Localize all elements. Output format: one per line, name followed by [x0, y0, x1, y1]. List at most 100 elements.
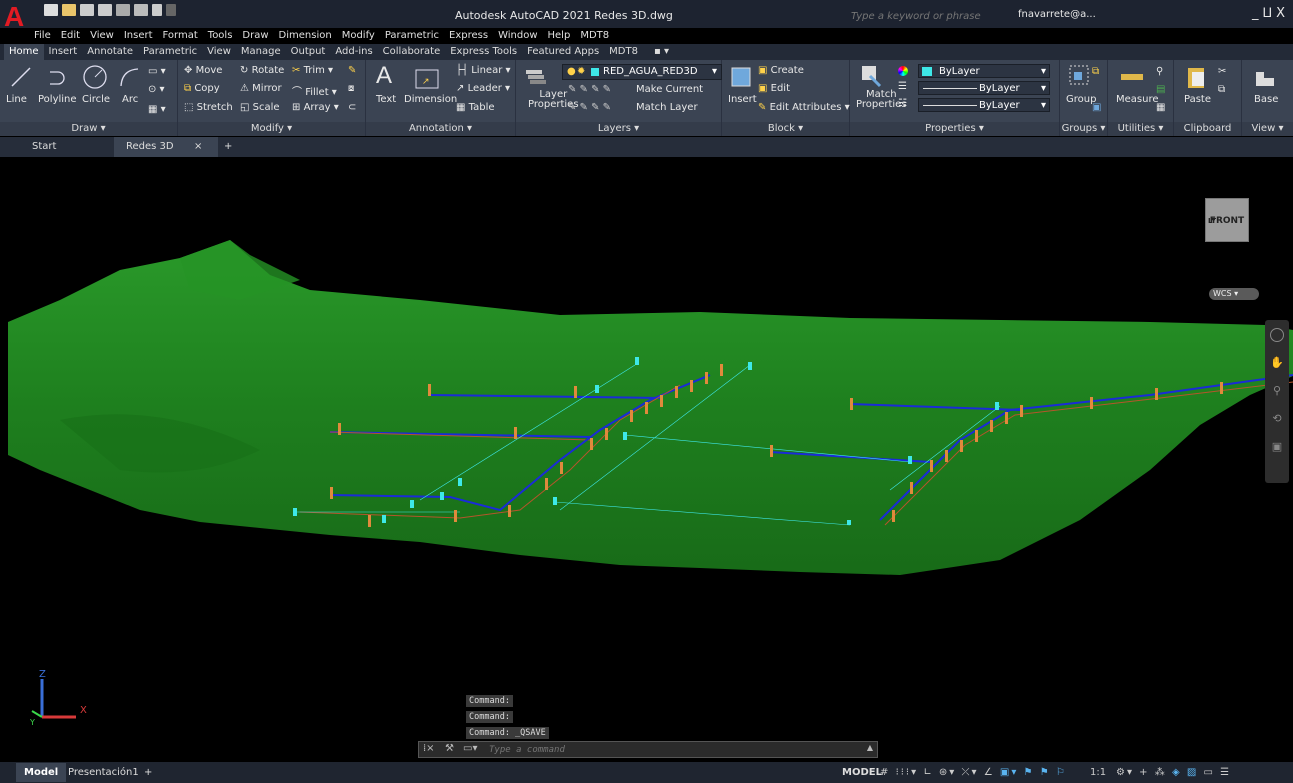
utilities-panel-title[interactable]: Utilities ▾ [1108, 122, 1173, 136]
trim-button[interactable]: ✂ Trim ▾ [292, 65, 333, 76]
rectangle-icon[interactable]: ▭ ▾ [148, 66, 166, 77]
save-icon[interactable] [80, 4, 94, 16]
orbit-icon[interactable]: ⟲ [1270, 412, 1284, 426]
undo-icon[interactable] [152, 4, 162, 16]
pan-icon[interactable]: ✋ [1270, 356, 1284, 370]
cut-icon[interactable]: ✂ [1218, 66, 1226, 77]
menu-insert[interactable]: Insert [124, 30, 153, 43]
copy-button[interactable]: ⧉ Copy [184, 83, 220, 94]
annotation-scale-icon[interactable]: ⚐ [1056, 767, 1067, 778]
menu-mdt8[interactable]: MDT8 [580, 30, 609, 43]
line-button[interactable]: Line [6, 94, 27, 105]
scale-button[interactable]: ◱ Scale [240, 102, 280, 113]
text-button[interactable]: Text [376, 94, 396, 105]
drawing-viewport[interactable]: LT FRONT WCS ▾ ✋ ⚲ ⟲ ▣ Z X Y [0, 157, 1293, 762]
tab-view[interactable]: View [202, 44, 236, 60]
quick-select-icon[interactable]: ⚲ [1156, 66, 1163, 77]
osnap-3d-icon[interactable]: ▣▾ [1000, 767, 1018, 778]
menu-tools[interactable]: Tools [208, 30, 233, 43]
grid-icon[interactable]: # [880, 767, 890, 778]
view-panel-title[interactable]: View ▾ [1242, 122, 1293, 136]
make-current-button[interactable]: Make Current [636, 84, 703, 95]
open-icon[interactable] [62, 4, 76, 16]
steering-wheel-icon[interactable] [1270, 328, 1284, 342]
tab-home[interactable]: Home [4, 44, 44, 60]
new-icon[interactable] [44, 4, 58, 16]
isodraft-icon[interactable]: ⤫▾ [962, 767, 979, 778]
isolate-objects-icon[interactable]: ◈ [1172, 767, 1182, 778]
wcs-menu[interactable]: WCS ▾ [1209, 288, 1259, 300]
edit-block-button[interactable]: ▣ Edit [758, 83, 790, 94]
arc-button[interactable]: Arc [122, 94, 138, 105]
showmotion-icon[interactable]: ▣ [1270, 440, 1284, 454]
clipboard-panel-title[interactable]: Clipboard [1174, 122, 1241, 136]
viewcube[interactable]: LT FRONT [1205, 198, 1249, 242]
ellipse-icon[interactable]: ⊙ ▾ [148, 84, 165, 95]
mirror-button[interactable]: ⚠ Mirror [240, 83, 282, 94]
menu-parametric[interactable]: Parametric [385, 30, 439, 43]
file-tab-redes-3d[interactable]: Redes 3D × [114, 137, 218, 157]
linear-button[interactable]: ├┤ Linear ▾ [456, 65, 511, 76]
copy-clip-icon[interactable]: ⧉ [1218, 84, 1225, 95]
leader-button[interactable]: ↗ Leader ▾ [456, 83, 510, 94]
layers-panel-title[interactable]: Layers ▾ [516, 122, 721, 136]
tab-mdt8[interactable]: MDT8 [604, 44, 643, 60]
layer-tools-icons-2[interactable]: ✎ ✎ ✎ ✎ [568, 102, 611, 113]
draw-panel-title[interactable]: Draw ▾ [0, 122, 177, 136]
erase-icon[interactable]: ✎ [348, 65, 356, 76]
fillet-button[interactable]: ⌒ Fillet ▾ [292, 83, 337, 98]
id-point-icon[interactable]: ▦ [1156, 102, 1165, 113]
workspace-gear-icon[interactable]: ⚙▾ [1116, 767, 1134, 778]
command-history-toggle-icon[interactable]: ▲ [867, 743, 873, 752]
print-icon[interactable] [134, 4, 148, 16]
plot-icon[interactable] [116, 4, 130, 16]
stretch-button[interactable]: ⬚ Stretch [184, 102, 233, 113]
hatch-icon[interactable]: ▦ ▾ [148, 104, 166, 115]
table-button[interactable]: ▦ Table [456, 102, 495, 113]
annotation-monitor-icon[interactable]: + [1139, 767, 1149, 778]
array-button[interactable]: ⊞ Array ▾ [292, 102, 339, 113]
add-layout-icon[interactable]: + [136, 763, 160, 782]
status-tools-icons[interactable]: ⚙▾ + ⁂ ◈ ▨ ▭ ☰ [1108, 763, 1239, 782]
group-edit-icon[interactable]: ▣ [1092, 102, 1101, 113]
properties-panel-title[interactable]: Properties ▾ [850, 122, 1059, 136]
layer-tools-icons[interactable]: ✎ ✎ ✎ ✎ [568, 84, 611, 95]
offset-icon[interactable]: ⊂ [348, 102, 356, 113]
user-account[interactable]: fnavarrete@a... [1018, 9, 1096, 20]
explode-icon[interactable]: ⧇ [348, 83, 354, 94]
match-layer-button[interactable]: Match Layer [636, 102, 698, 113]
color-dropdown[interactable]: ByLayer ▾ [918, 64, 1050, 78]
tab-featured-apps[interactable]: Featured Apps [522, 44, 604, 60]
file-tab-start[interactable]: Start [20, 137, 114, 157]
polar-icon[interactable]: ⊛▾ [939, 767, 956, 778]
tab-annotate[interactable]: Annotate [82, 44, 138, 60]
dimension-button[interactable]: Dimension [404, 94, 457, 105]
ribbon-toggle-icon[interactable]: ▪ ▾ [649, 44, 674, 60]
rotate-button[interactable]: ↻ Rotate [240, 65, 284, 76]
calculator-icon[interactable]: ▤ [1156, 84, 1165, 95]
menu-edit[interactable]: Edit [61, 30, 80, 43]
paste-button[interactable]: Paste [1184, 94, 1211, 105]
measure-button[interactable]: Measure [1116, 94, 1159, 105]
customization-menu-icon[interactable]: ☰ [1220, 767, 1231, 778]
base-button[interactable]: Base [1254, 94, 1278, 105]
menu-file[interactable]: File [34, 30, 51, 43]
drafting-tools-icons[interactable]: # ⁝⁝⁝▾ ∟ ⊛▾ ⤫▾ ∠ ▣▾ ⚑ ⚑ ⚐ [872, 763, 1075, 782]
tab-collaborate[interactable]: Collaborate [378, 44, 446, 60]
save-as-icon[interactable] [98, 4, 112, 16]
groups-panel-title[interactable]: Groups ▾ [1060, 122, 1107, 136]
ungroup-icon[interactable]: ⧉ [1092, 66, 1099, 77]
snap-icon[interactable]: ⁝⁝⁝▾ [896, 767, 919, 778]
polyline-button[interactable]: Polyline [38, 94, 77, 105]
create-block-button[interactable]: ▣ Create [758, 65, 804, 76]
search-input[interactable] [851, 9, 991, 23]
clean-screen-icon[interactable]: ▭ [1203, 767, 1214, 778]
linetype-dropdown[interactable]: ByLayer ▾ [918, 81, 1050, 95]
annotation-visibility-icon[interactable]: ⚑ [1024, 767, 1035, 778]
modify-panel-title[interactable]: Modify ▾ [178, 122, 365, 136]
auto-scale-icon[interactable]: ⚑ [1040, 767, 1051, 778]
command-close-icon[interactable]: ⁞× [423, 743, 435, 754]
menu-draw[interactable]: Draw [242, 30, 268, 43]
layer-dropdown[interactable]: RED_AGUA_RED3D ▾ ● ✹ [562, 64, 722, 80]
ortho-icon[interactable]: ∟ [923, 767, 933, 778]
